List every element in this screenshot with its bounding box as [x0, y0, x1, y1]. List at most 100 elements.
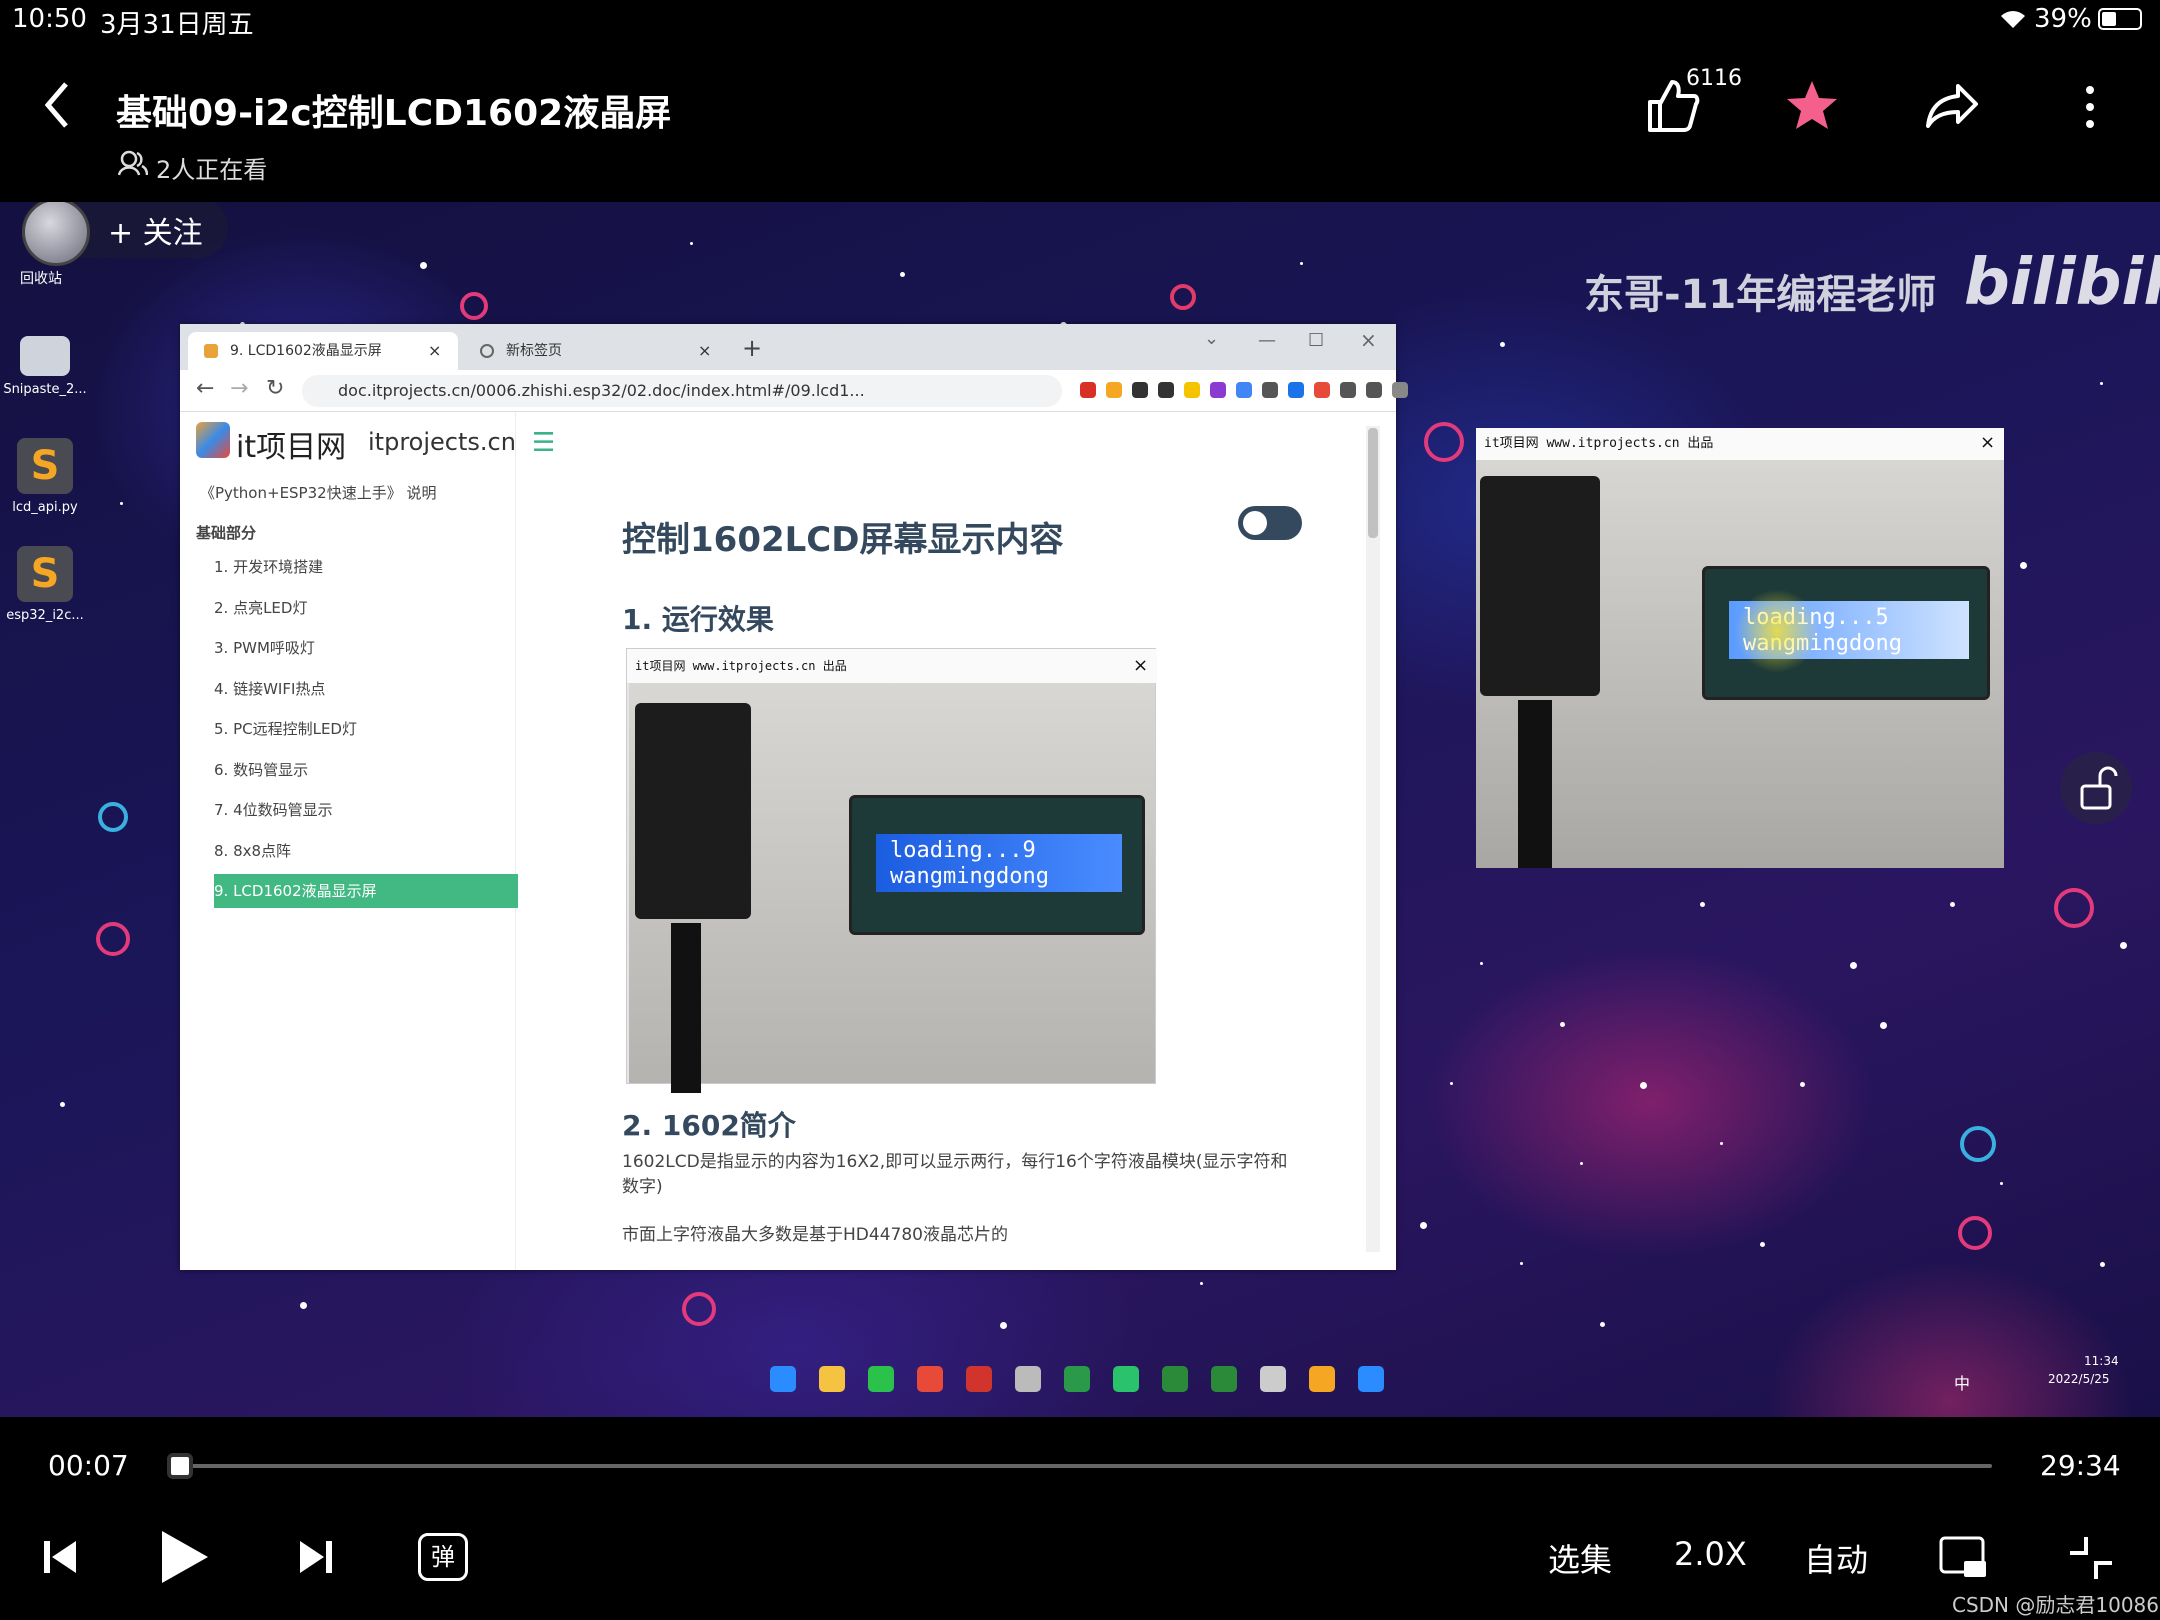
taskbar-app-icon[interactable] — [1358, 1366, 1384, 1392]
taskbar-date: 2022/5/25 — [2048, 1372, 2110, 1386]
browser-extension-icon[interactable] — [1184, 382, 1200, 398]
chip-paragraph: 市面上字符液晶大多数是基于HD44780液晶芯片的 — [622, 1225, 1008, 1245]
follow-button[interactable]: + 关注 — [108, 208, 203, 252]
current-time: 00:07 — [48, 1449, 129, 1482]
browser-extension-icon[interactable] — [1288, 382, 1304, 398]
taskbar-app-icon[interactable] — [1162, 1366, 1188, 1392]
status-bar: 10:50 3月31日周五 39% — [0, 0, 2160, 40]
next-icon[interactable] — [296, 1537, 336, 1577]
quality-button[interactable]: 自动 — [1804, 1535, 1868, 1581]
browser-extension-icon[interactable] — [1262, 382, 1278, 398]
browser-extension-icon[interactable] — [1210, 382, 1226, 398]
taskbar-app-icon[interactable] — [819, 1366, 845, 1392]
browser-extension-icon[interactable] — [1236, 382, 1252, 398]
forward-arrow-icon[interactable]: → — [230, 376, 248, 401]
sidebar-nav-item[interactable]: 7. 4位数码管显示 — [214, 793, 518, 827]
screen-lock-button[interactable] — [2060, 752, 2132, 824]
ime-indicator[interactable]: 中 — [1954, 1370, 1970, 1394]
book-title[interactable]: 《Python+ESP32快速上手》 说明 — [200, 482, 436, 503]
background-star — [300, 1302, 307, 1309]
taskbar-app-icon[interactable] — [1211, 1366, 1237, 1392]
back-icon[interactable] — [42, 80, 72, 130]
esp32-board — [635, 703, 751, 919]
taskbar-app-icon[interactable] — [770, 1366, 796, 1392]
minimize-icon[interactable]: — — [1258, 330, 1276, 351]
theme-toggle[interactable] — [1238, 506, 1302, 540]
browser-extension-icon[interactable] — [1080, 382, 1096, 398]
background-star — [1640, 1082, 1647, 1089]
url-input[interactable]: doc.itprojects.cn/0006.zhishi.esp32/02.d… — [302, 375, 1062, 407]
back-arrow-icon[interactable]: ← — [196, 376, 214, 401]
tab-close-icon[interactable]: × — [698, 332, 711, 370]
background-star — [2020, 562, 2027, 569]
progress-thumb[interactable] — [167, 1453, 194, 1479]
browser-extension-icon[interactable] — [1158, 382, 1174, 398]
new-tab-icon[interactable]: + — [742, 334, 762, 362]
browser-extension-icon[interactable] — [1314, 382, 1330, 398]
browser-extension-icon[interactable] — [1366, 382, 1382, 398]
lcd-line-1: loading...9 — [890, 838, 1036, 863]
taskbar-app-icon[interactable] — [1260, 1366, 1286, 1392]
embed-close-icon[interactable]: × — [1133, 655, 1148, 676]
hamburger-menu-icon[interactable]: ☰ — [532, 428, 555, 458]
maximize-icon[interactable]: ☐ — [1308, 330, 1324, 351]
content-scrollbar[interactable] — [1366, 426, 1380, 1252]
background-star — [1520, 1262, 1523, 1265]
background-star — [1300, 262, 1303, 265]
sidebar-nav-item[interactable]: 4. 链接WIFI热点 — [214, 672, 518, 706]
taskbar-app-icon[interactable] — [868, 1366, 894, 1392]
browser-tab-active[interactable]: 9. LCD1602液晶显示屏 × — [188, 332, 458, 370]
bilibili-logo: bilibili — [1964, 246, 2160, 320]
extensions-toolbar — [1080, 382, 1408, 400]
desktop-icon-snipaste[interactable]: Snipaste_2... — [0, 336, 90, 397]
window-close-icon[interactable]: × — [1360, 328, 1377, 352]
cast-icon[interactable] — [1938, 1535, 1990, 1581]
sidebar-nav-item[interactable]: 6. 数码管显示 — [214, 753, 518, 787]
taskbar-app-icon[interactable] — [917, 1366, 943, 1392]
sidebar-nav-item[interactable]: 3. PWM呼吸灯 — [214, 631, 518, 665]
play-icon[interactable] — [156, 1527, 212, 1587]
sidebar-nav-item[interactable]: 2. 点亮LED灯 — [214, 591, 518, 625]
background-star — [1800, 1082, 1805, 1087]
sidebar-nav-item[interactable]: 8. 8x8点阵 — [214, 834, 518, 868]
taskbar-app-icon[interactable] — [1113, 1366, 1139, 1392]
taskbar-app-icon[interactable] — [966, 1366, 992, 1392]
desktop-icon-label: Snipaste_2... — [3, 382, 87, 397]
sidebar-nav-item[interactable]: 5. PC远程控制LED灯 — [214, 712, 518, 746]
speed-button[interactable]: 2.0X — [1674, 1535, 1747, 1573]
video-frame[interactable]: + 关注 回收站 Snipaste_2... Slcd_api.py Sesp3… — [0, 202, 2160, 1417]
reload-icon[interactable]: ↻ — [266, 376, 284, 401]
chevron-down-icon[interactable]: ⌄ — [1204, 328, 1219, 349]
tab-close-icon[interactable]: × — [428, 332, 441, 370]
sidebar-nav-item-active[interactable]: 9. LCD1602液晶显示屏 — [214, 874, 518, 908]
float-close-icon[interactable]: × — [1980, 432, 1995, 453]
desktop-icon-lcd-api[interactable]: Slcd_api.py — [0, 438, 90, 515]
duration: 29:34 — [2040, 1449, 2121, 1482]
browser-tab[interactable]: 新标签页 × — [464, 332, 724, 370]
browser-extension-icon[interactable] — [1392, 382, 1408, 398]
desktop-icon-label: lcd_api.py — [12, 500, 78, 515]
background-star — [60, 1102, 65, 1107]
desktop-icon-esp32[interactable]: Sesp32_i2c... — [0, 546, 90, 623]
browser-extension-icon[interactable] — [1106, 382, 1122, 398]
progress-track[interactable] — [176, 1464, 1992, 1468]
browser-extension-icon[interactable] — [1340, 382, 1356, 398]
browser-tabstrip: 9. LCD1602液晶显示屏 × 新标签页 × + ⌄ — ☐ × — [180, 324, 1396, 370]
background-star — [1760, 1242, 1765, 1247]
share-icon[interactable] — [1924, 82, 1980, 130]
more-options-icon[interactable] — [2080, 84, 2100, 130]
wifi-icon — [2001, 11, 2025, 28]
taskbar-app-icon[interactable] — [1064, 1366, 1090, 1392]
video-header: 基础09-i2c控制LCD1602液晶屏 2人正在看 6116 — [0, 40, 2160, 200]
background-star — [1420, 1222, 1427, 1229]
episodes-button[interactable]: 选集 — [1548, 1535, 1612, 1581]
taskbar-app-icon[interactable] — [1309, 1366, 1335, 1392]
favorite-star-icon[interactable] — [1784, 78, 1840, 134]
taskbar-app-icon[interactable] — [1015, 1366, 1041, 1392]
previous-icon[interactable] — [40, 1537, 80, 1577]
background-star — [1850, 962, 1857, 969]
browser-extension-icon[interactable] — [1132, 382, 1148, 398]
exit-fullscreen-icon[interactable] — [2068, 1535, 2114, 1581]
sidebar-nav-item[interactable]: 1. 开发环境搭建 — [214, 550, 518, 584]
danmaku-toggle-icon[interactable]: 弹 — [418, 1533, 468, 1581]
